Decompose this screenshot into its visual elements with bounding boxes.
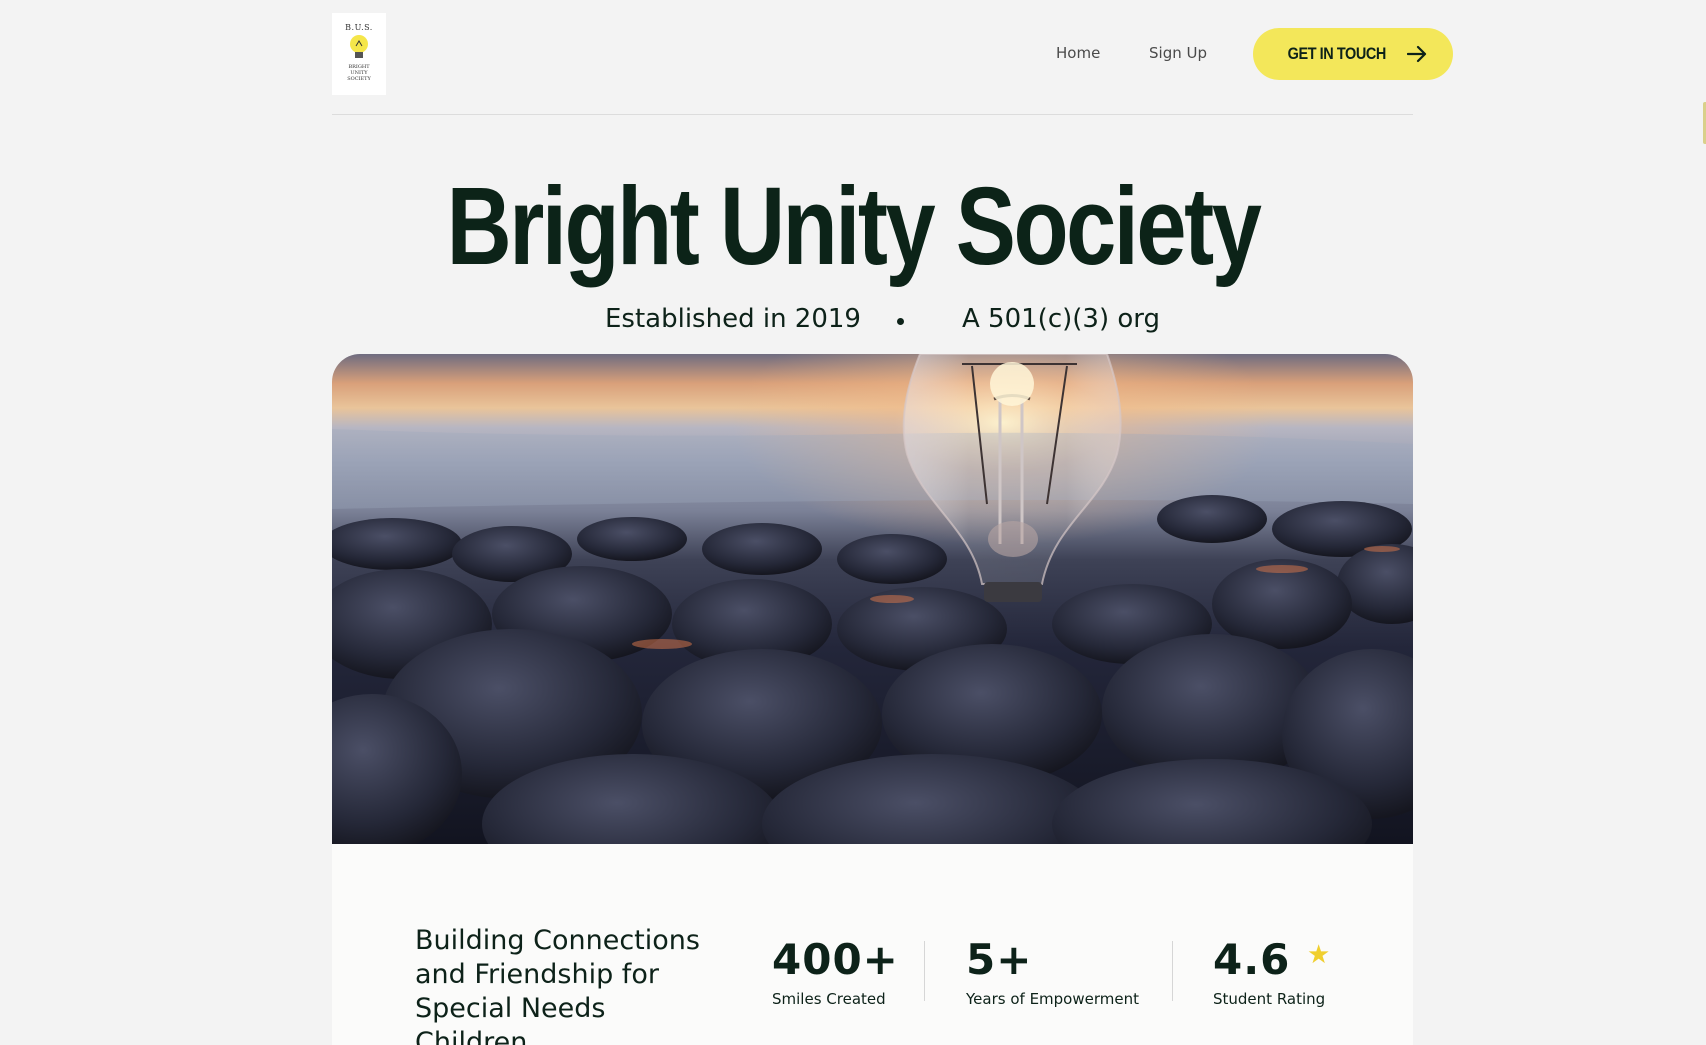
divider: [1172, 941, 1173, 1001]
stats-panel: Building Connections and Friendship for …: [332, 844, 1413, 1045]
stat-value: 5+: [966, 935, 1033, 984]
logo-subtext: BRIGHT UNITY SOCIETY: [347, 64, 371, 82]
nav-signup-link[interactable]: Sign Up: [1149, 44, 1207, 62]
hero-title: Bright Unity Society: [446, 165, 1262, 288]
org-status-text: A 501(c)(3) org: [962, 304, 1160, 334]
hero-subtitle: Established in 2019 A 501(c)(3) org: [0, 304, 1706, 340]
star-icon: ★: [1307, 940, 1331, 970]
site-header: B.U.S. BRIGHT UNITY SOCIETY Home Sign Up…: [332, 0, 1453, 115]
nav-home-link[interactable]: Home: [1056, 44, 1100, 62]
stat-value: 400+: [772, 935, 899, 984]
lightbulb-icon: [350, 35, 368, 58]
established-text: Established in 2019: [605, 304, 861, 334]
stat-smiles: 400+ Smiles Created: [772, 935, 899, 1009]
logo[interactable]: B.U.S. BRIGHT UNITY SOCIETY: [332, 13, 386, 95]
stat-label: Years of Empowerment: [966, 990, 1139, 1008]
divider: [924, 941, 925, 1001]
arrow-right-icon: [1406, 45, 1426, 63]
stat-label: Smiles Created: [772, 990, 886, 1008]
hero-image: [332, 354, 1413, 844]
stat-years: 5+ Years of Empowerment: [966, 935, 1139, 1009]
logo-text: B.U.S.: [345, 23, 373, 32]
stat-label: Student Rating: [1213, 990, 1326, 1008]
dot-separator: [897, 318, 904, 325]
get-in-touch-button[interactable]: GET IN TOUCH: [1253, 28, 1453, 80]
get-in-touch-label: GET IN TOUCH: [1287, 44, 1387, 63]
tagline: Building Connections and Friendship for …: [415, 925, 700, 1045]
